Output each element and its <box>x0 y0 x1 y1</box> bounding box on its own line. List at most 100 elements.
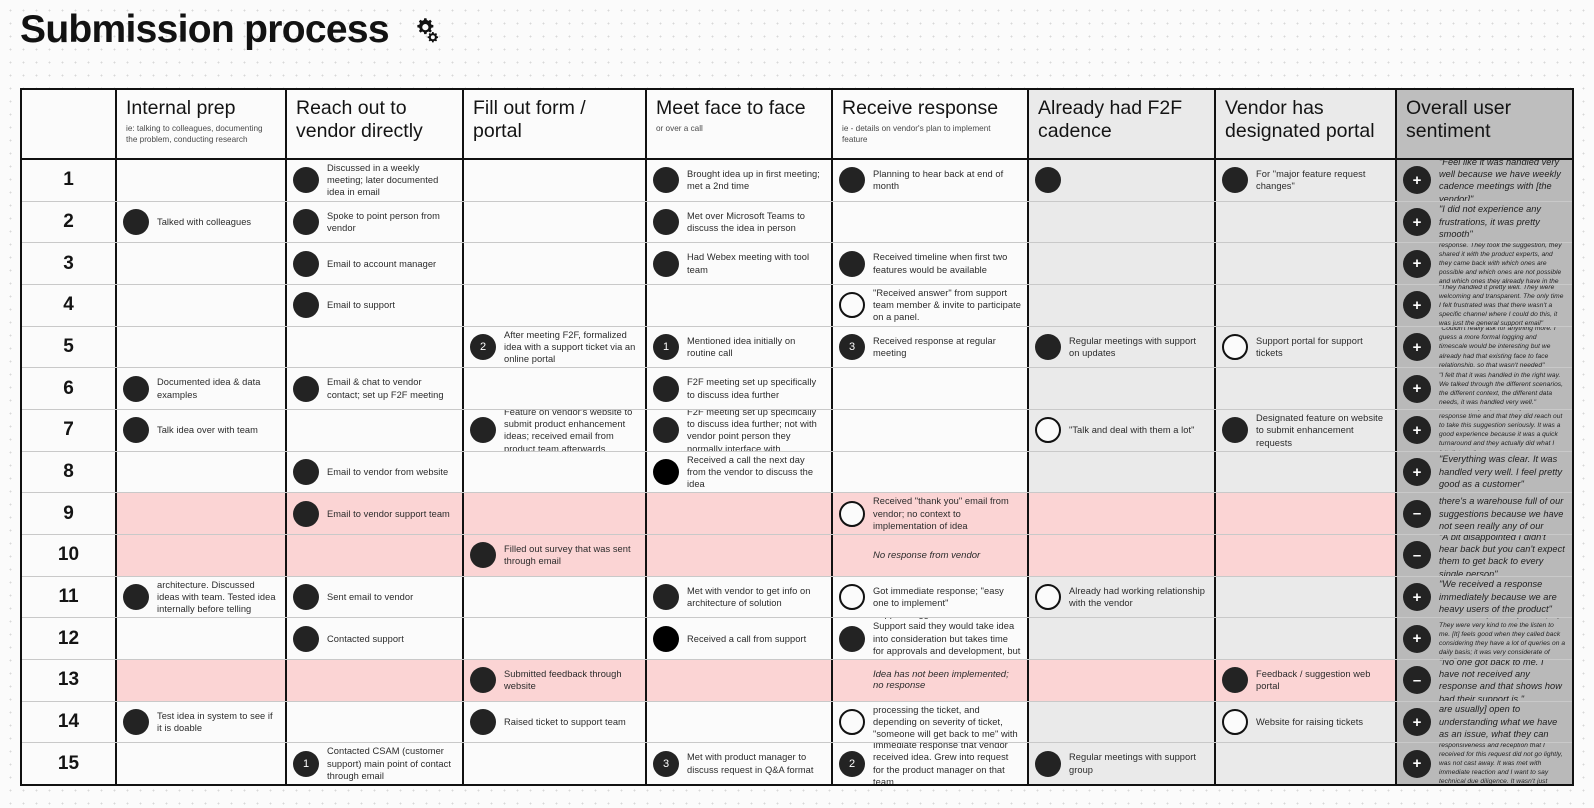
marker-dot[interactable] <box>653 584 679 611</box>
marker-dot[interactable] <box>123 209 149 235</box>
marker-dot[interactable] <box>123 375 149 402</box>
marker-dot[interactable] <box>1222 417 1248 444</box>
cell-item[interactable]: 2 Immediate response that vendor received… <box>839 743 1021 784</box>
hollow-marker-dot[interactable] <box>1035 417 1061 444</box>
marker-dot[interactable] <box>653 209 679 235</box>
hollow-marker-dot[interactable] <box>839 292 865 319</box>
hollow-marker-dot[interactable] <box>1222 334 1248 361</box>
cell-item[interactable]: Sent email to vendor <box>293 584 456 611</box>
positive-sentiment-icon[interactable]: + <box>1403 624 1431 653</box>
cell-item[interactable]: Email to support <box>293 292 456 319</box>
cell-item[interactable]: – "No one got back to me. I have not rece… <box>1403 660 1566 701</box>
cell-item[interactable]: + "Couldn't really ask for anything more.… <box>1403 327 1566 367</box>
cell-item[interactable]: Contacted support <box>293 625 456 652</box>
cell-item[interactable]: Support portal for support tickets <box>1222 334 1389 361</box>
cell-item[interactable]: Met over Microsoft Teams to discuss the … <box>653 209 825 235</box>
cell-item[interactable]: 2 After meeting F2F, formalized idea with… <box>470 329 639 366</box>
marker-dot[interactable] <box>293 209 319 235</box>
marker-dot[interactable] <box>470 542 496 569</box>
cell-item[interactable]: Received a call the next day from the ve… <box>653 454 825 491</box>
positive-sentiment-icon[interactable]: + <box>1403 291 1431 320</box>
marker-dot[interactable] <box>293 292 319 319</box>
positive-sentiment-icon[interactable]: + <box>1403 208 1431 236</box>
positive-sentiment-icon[interactable]: + <box>1403 333 1431 362</box>
marker-dot[interactable] <box>293 459 319 486</box>
cell-item[interactable]: Brought idea up in first meeting; met a … <box>653 167 825 194</box>
cell-item[interactable]: Spoke to point person from vendor <box>293 209 456 235</box>
cell-item[interactable]: + "Everything was clear. It was handled v… <box>1403 453 1566 490</box>
cell-item[interactable]: Regular meetings with support on updates <box>1035 334 1208 361</box>
marker-dot[interactable] <box>293 375 319 402</box>
cell-item[interactable]: Already had working relationship with th… <box>1035 584 1208 611</box>
hollow-marker-dot[interactable] <box>839 584 865 611</box>
numbered-step-dot[interactable]: 2 <box>839 750 865 777</box>
numbered-step-dot[interactable]: 1 <box>653 334 679 361</box>
marker-dot[interactable] <box>1035 167 1061 194</box>
marker-dot[interactable] <box>1222 167 1248 194</box>
hollow-marker-dot[interactable] <box>1222 709 1248 736</box>
cell-item[interactable]: Met with vendor to get info on architect… <box>653 584 825 611</box>
positive-sentiment-icon[interactable]: + <box>1403 708 1431 737</box>
cell-item[interactable] <box>1035 167 1208 194</box>
cell-item[interactable]: Discussed in a weekly meeting; later doc… <box>293 162 456 199</box>
marker-dot[interactable] <box>653 417 679 444</box>
cell-item[interactable]: + "I kind of felt very valued by the comp… <box>1403 618 1566 659</box>
cell-item[interactable]: Research into product's architecture. Di… <box>123 577 279 617</box>
cell-item[interactable]: 1 Contacted CSAM (customer support) main … <box>293 745 456 782</box>
cell-item[interactable]: Submitted feedback through website <box>470 667 639 694</box>
marker-dot[interactable] <box>293 500 319 527</box>
cell-item[interactable]: "Received answer" from support team memb… <box>839 287 1021 324</box>
negative-sentiment-icon[interactable]: – <box>1403 499 1431 528</box>
marker-dot[interactable] <box>293 625 319 652</box>
positive-sentiment-icon[interactable]: + <box>1403 583 1431 612</box>
cell-item[interactable]: Talk idea over with team <box>123 417 279 444</box>
marker-dot[interactable] <box>293 250 319 277</box>
cell-item[interactable]: Planning to hear back at end of month <box>839 167 1021 194</box>
cell-item[interactable]: – "A bit disappointed I didn't hear back … <box>1403 535 1566 576</box>
cell-item[interactable]: Feedback / suggestion web portal <box>1222 667 1389 694</box>
numbered-step-dot[interactable]: 1 <box>293 750 319 777</box>
cell-item[interactable]: F2F meeting set up specifically to discu… <box>653 375 825 402</box>
cell-item[interactable]: + "We received a response immediately bec… <box>1403 578 1566 615</box>
cell-item[interactable]: Filled out survey that was sent through … <box>470 542 639 569</box>
marker-dot[interactable] <box>839 625 865 652</box>
cell-item[interactable]: Email to vendor from website <box>293 459 456 486</box>
cell-item[interactable]: Received response saying they are proces… <box>839 702 1021 742</box>
positive-sentiment-icon[interactable]: + <box>1403 374 1431 403</box>
positive-sentiment-icon[interactable]: + <box>1403 749 1431 778</box>
cell-item[interactable]: Designated feature on website to submit … <box>1222 412 1389 449</box>
cell-item[interactable]: Had Webex meeting with tool team <box>653 250 825 277</box>
cell-item[interactable]: Website for raising tickets <box>1222 709 1389 736</box>
cell-item[interactable]: + "It was really good. I had a very good … <box>1403 243 1566 284</box>
cell-item[interactable]: Email to vendor support team <box>293 500 456 527</box>
marker-dot[interactable] <box>123 417 149 444</box>
cell-item[interactable]: –"We're kind of convinced that there's a… <box>1403 493 1566 534</box>
negative-sentiment-icon[interactable]: – <box>1403 541 1431 570</box>
cell-item[interactable]: Regular meetings with support group <box>1035 750 1208 777</box>
cell-item[interactable]: Test idea in system to see if it is doab… <box>123 709 279 736</box>
cell-item[interactable]: Raised ticket to support team <box>470 709 639 736</box>
marker-dot[interactable] <box>1035 750 1061 777</box>
cell-item[interactable]: Received "thank you" email from vendor; … <box>839 495 1021 532</box>
numbered-step-dot[interactable]: 3 <box>839 334 865 361</box>
marker-dot[interactable] <box>470 417 496 444</box>
cell-item[interactable]: + "This process was easy. [They are usual… <box>1403 702 1566 742</box>
marker-dot[interactable] <box>123 584 149 611</box>
cell-item[interactable]: 3 Received response at regular meeting <box>839 334 1021 361</box>
hollow-marker-dot[interactable] <box>1035 584 1061 611</box>
marker-dot[interactable] <box>123 709 149 736</box>
cell-item[interactable]: + "Feel like it was handled very well bec… <box>1403 160 1566 201</box>
cell-item[interactable]: + "I was actually impressed by their resp… <box>1403 410 1566 451</box>
cell-item[interactable]: 3 Met with product manager to discuss req… <box>653 750 825 777</box>
cell-item[interactable]: Talked with colleagues <box>123 209 279 235</box>
cell-item[interactable]: Email & chat to vendor contact; set up F… <box>293 375 456 402</box>
cell-item[interactable]: + "I felt that it was handled in the righ… <box>1403 371 1566 407</box>
marker-dot[interactable] <box>653 375 679 402</box>
cell-item[interactable]: + "I did not experience any frustrations,… <box>1403 203 1566 240</box>
cell-item[interactable]: Received timeline when first two feature… <box>839 250 1021 277</box>
numbered-step-dot[interactable]: 2 <box>470 334 496 361</box>
numbered-step-dot[interactable]: 3 <box>653 750 679 777</box>
cell-item[interactable]: 1 Mentioned idea initially on routine cal… <box>653 334 825 361</box>
cell-item[interactable]: Email to account manager <box>293 250 456 277</box>
cell-item[interactable]: "Talk and deal with them a lot" <box>1035 417 1208 444</box>
